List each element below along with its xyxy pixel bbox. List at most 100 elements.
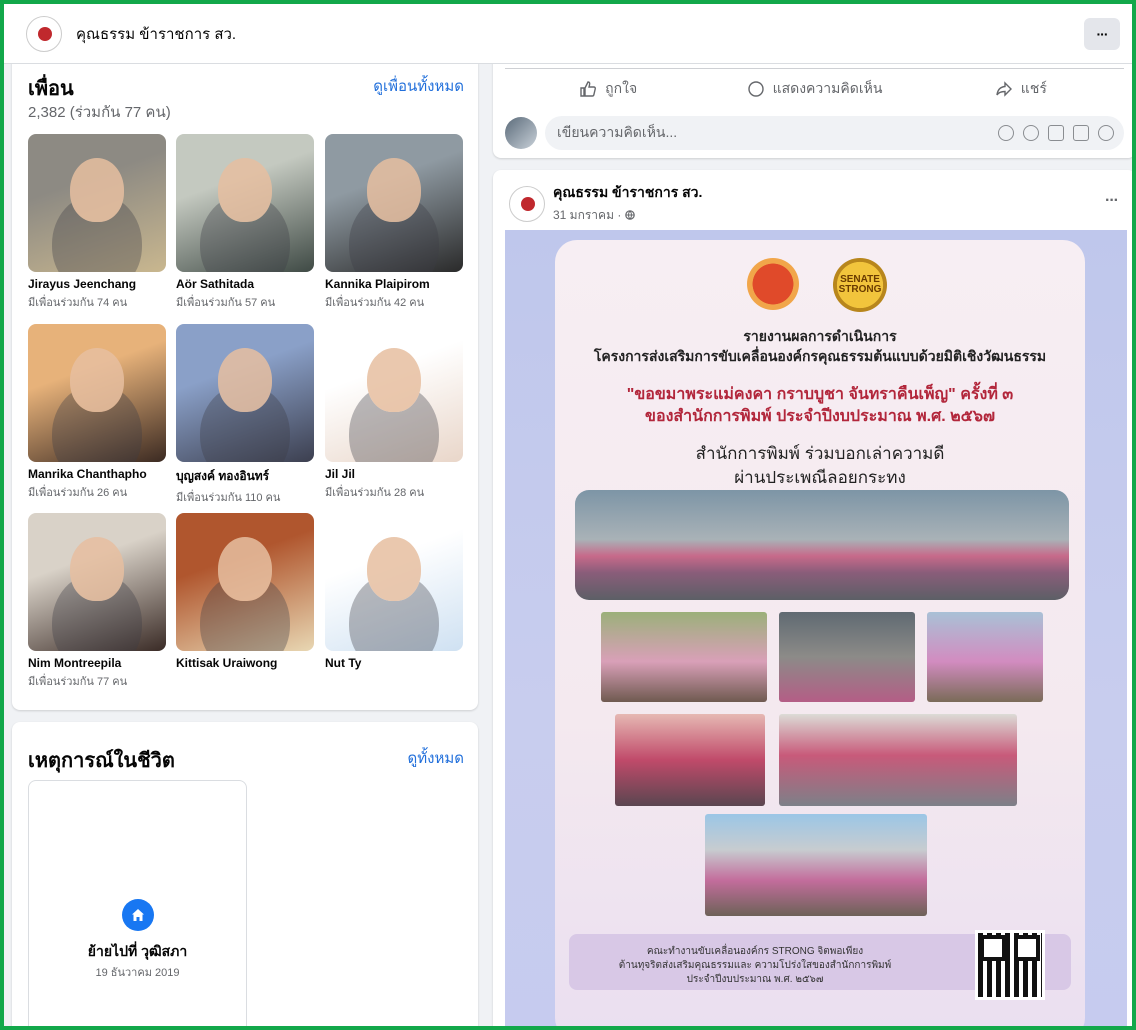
friend-name[interactable]: Jil Jil — [325, 467, 465, 481]
life-event-title: ย้ายไปที่ วุฒิสภา — [87, 943, 188, 959]
friend-photo[interactable] — [176, 134, 314, 272]
poster-panel: SENATE STRONG รายงานผลการดำเนินการ โครงก… — [555, 240, 1085, 1030]
emoji-icon[interactable] — [1023, 125, 1039, 141]
friend-mutual-count: มีเพื่อนร่วมกัน 42 คน — [325, 297, 425, 309]
poster-photo-4 — [927, 612, 1043, 702]
friend-tile[interactable]: Jirayus Jeenchang มีเพื่อนร่วมกัน 74 คน — [28, 134, 168, 311]
friend-tile[interactable]: Manrika Chanthapho มีเพื่อนร่วมกัน 26 คน — [28, 324, 168, 501]
comment-icon — [747, 80, 764, 97]
post-actions-row: ถูกใจ แสดงความคิดเห็น แชร์ — [505, 68, 1124, 108]
friend-photo[interactable] — [325, 513, 463, 651]
post-author-name[interactable]: คุณธรรม ข้าราชการ สว. — [553, 182, 702, 204]
avatar-sticker-icon[interactable] — [998, 125, 1014, 141]
senate-emblem-logo — [747, 258, 799, 310]
more-icon: ··· — [1096, 26, 1109, 42]
friend-name[interactable]: Kittisak Uraiwong — [176, 656, 316, 670]
like-label: ถูกใจ — [605, 79, 638, 96]
comment-composer: เขียนความคิดเห็น... — [505, 116, 1124, 150]
gif-icon[interactable] — [1073, 125, 1089, 141]
share-button[interactable]: แชร์ — [918, 78, 1124, 100]
life-events-title: เหตุการณ์ในชีวิต — [28, 750, 175, 772]
friend-tile[interactable]: Nim Montreepila มีเพื่อนร่วมกัน 77 คน — [28, 513, 168, 690]
friend-mutual-count: มีเพื่อนร่วมกัน 28 คน — [325, 487, 425, 499]
poster-photo-7 — [705, 814, 927, 916]
friend-face — [70, 348, 124, 412]
life-event-tile[interactable]: ย้ายไปที่ วุฒิสภา 19 ธันวาคม 2019 — [28, 780, 247, 1030]
friend-name[interactable]: Aör Sathitada — [176, 277, 316, 291]
like-button[interactable]: ถูกใจ — [505, 78, 711, 100]
friend-name[interactable]: Jirayus Jeenchang — [28, 277, 168, 291]
friend-face — [218, 537, 272, 601]
poster-footer-line-2: ต้านทุจริตส่งเสริมคุณธรรมและ ความโปร่งใส… — [618, 960, 892, 971]
poster-heading-5: สำนักการพิมพ์ ร่วมบอกเล่าความดี — [695, 444, 945, 463]
sticker-icon[interactable] — [1098, 125, 1114, 141]
page-avatar[interactable] — [26, 15, 62, 52]
share-icon — [996, 80, 1012, 97]
poster-photo-6 — [779, 714, 1017, 806]
post-more-button[interactable]: ··· — [1105, 192, 1119, 210]
friend-name[interactable]: Kannika Plaipirom — [325, 277, 465, 291]
see-all-friends-link[interactable]: ดูเพื่อนทั้งหมด — [373, 74, 464, 98]
friend-face — [218, 158, 272, 222]
post-header: คุณธรรม ข้าราชการ สว. 31 มกราคม · — [509, 182, 702, 225]
friend-face — [367, 537, 421, 601]
friend-face — [70, 537, 124, 601]
post-date[interactable]: 31 มกราคม · — [553, 206, 702, 225]
friend-photo[interactable] — [325, 324, 463, 462]
friend-photo[interactable] — [28, 513, 166, 651]
friend-photo[interactable] — [28, 324, 166, 462]
camera-icon[interactable] — [1048, 125, 1064, 141]
friend-tile[interactable]: Kittisak Uraiwong — [176, 513, 316, 672]
post-actions-card: ถูกใจ แสดงความคิดเห็น แชร์ เขียนความคิดเ… — [493, 56, 1136, 158]
friend-photo[interactable] — [176, 513, 314, 651]
friend-name[interactable]: Nut Ty — [325, 656, 465, 670]
poster-heading-1: รายงานผลการดำเนินการ — [743, 328, 897, 344]
friend-face — [218, 348, 272, 412]
poster-photo-3 — [779, 612, 915, 702]
share-label: แชร์ — [1020, 79, 1047, 96]
post-image[interactable]: SENATE STRONG รายงานผลการดำเนินการ โครงก… — [505, 230, 1127, 1030]
poster-photo-2 — [601, 612, 767, 702]
page-title[interactable]: คุณธรรม ข้าราชการ สว. — [76, 22, 236, 46]
qr-code — [975, 930, 1045, 1000]
friend-name[interactable]: Nim Montreepila — [28, 656, 168, 670]
senate-strong-logo-text: SENATE STRONG — [838, 274, 882, 295]
senate-strong-logo: SENATE STRONG — [833, 258, 887, 312]
friend-name[interactable]: บุญสงค์ ทองอินทร์ — [176, 467, 316, 486]
poster-footer-line-1: คณะทำงานขับเคลื่อนองค์กร STRONG จิตพอเพี… — [646, 946, 864, 957]
friend-photo[interactable] — [176, 324, 314, 462]
comment-input[interactable]: เขียนความคิดเห็น... — [545, 116, 1124, 150]
poster-heading-2: โครงการส่งเสริมการขับเคลื่อนองค์กรคุณธรร… — [593, 348, 1047, 364]
user-avatar[interactable] — [505, 117, 537, 149]
comment-label: แสดงความคิดเห็น — [772, 79, 883, 96]
see-all-life-events-link[interactable]: ดูทั้งหมด — [408, 746, 464, 770]
friend-tile[interactable]: บุญสงค์ ทองอินทร์ มีเพื่อนร่วมกัน 110 คน — [176, 324, 316, 506]
post-card: คุณธรรม ข้าราชการ สว. 31 มกราคม · ··· SE… — [493, 170, 1136, 1030]
friend-photo[interactable] — [28, 134, 166, 272]
friend-tile[interactable]: Aör Sathitada มีเพื่อนร่วมกัน 57 คน — [176, 134, 316, 311]
friend-mutual-count: มีเพื่อนร่วมกัน 26 คน — [28, 487, 128, 499]
friend-tile[interactable]: Jil Jil มีเพื่อนร่วมกัน 28 คน — [325, 324, 465, 501]
friend-face — [70, 158, 124, 222]
life-event-date: 19 ธันวาคม 2019 — [95, 967, 180, 979]
friend-tile[interactable]: Kannika Plaipirom มีเพื่อนร่วมกัน 42 คน — [325, 134, 465, 311]
friend-face — [367, 348, 421, 412]
friend-tile[interactable]: Nut Ty — [325, 513, 465, 672]
friend-photo[interactable] — [325, 134, 463, 272]
poster-heading-4: ของสำนักการพิมพ์ ประจำปีงบประมาณ พ.ศ. ๒๕… — [645, 408, 995, 425]
post-date-text: 31 มกราคม · — [553, 208, 625, 222]
poster-group-photo — [575, 490, 1069, 600]
comment-button[interactable]: แสดงความคิดเห็น — [711, 78, 917, 100]
post-author-avatar[interactable] — [509, 185, 545, 222]
friend-face — [367, 158, 421, 222]
friends-card: เพื่อน ดูเพื่อนทั้งหมด 2,382 (ร่วมกัน 77… — [12, 56, 478, 710]
globe-icon — [624, 210, 635, 220]
life-events-card: เหตุการณ์ในชีวิต ดูทั้งหมด ย้ายไปที่ วุฒ… — [12, 722, 478, 1030]
thumbs-up-icon — [580, 80, 597, 97]
more-options-button[interactable]: ··· — [1084, 18, 1120, 50]
friend-mutual-count: มีเพื่อนร่วมกัน 57 คน — [176, 297, 276, 309]
friend-name[interactable]: Manrika Chanthapho — [28, 467, 168, 481]
poster-heading-6: ผ่านประเพณีลอยกระทง — [734, 468, 906, 487]
friends-count: 2,382 (ร่วมกัน 77 คน) — [28, 104, 171, 121]
page-header: คุณธรรม ข้าราชการ สว. ··· — [4, 4, 1132, 64]
